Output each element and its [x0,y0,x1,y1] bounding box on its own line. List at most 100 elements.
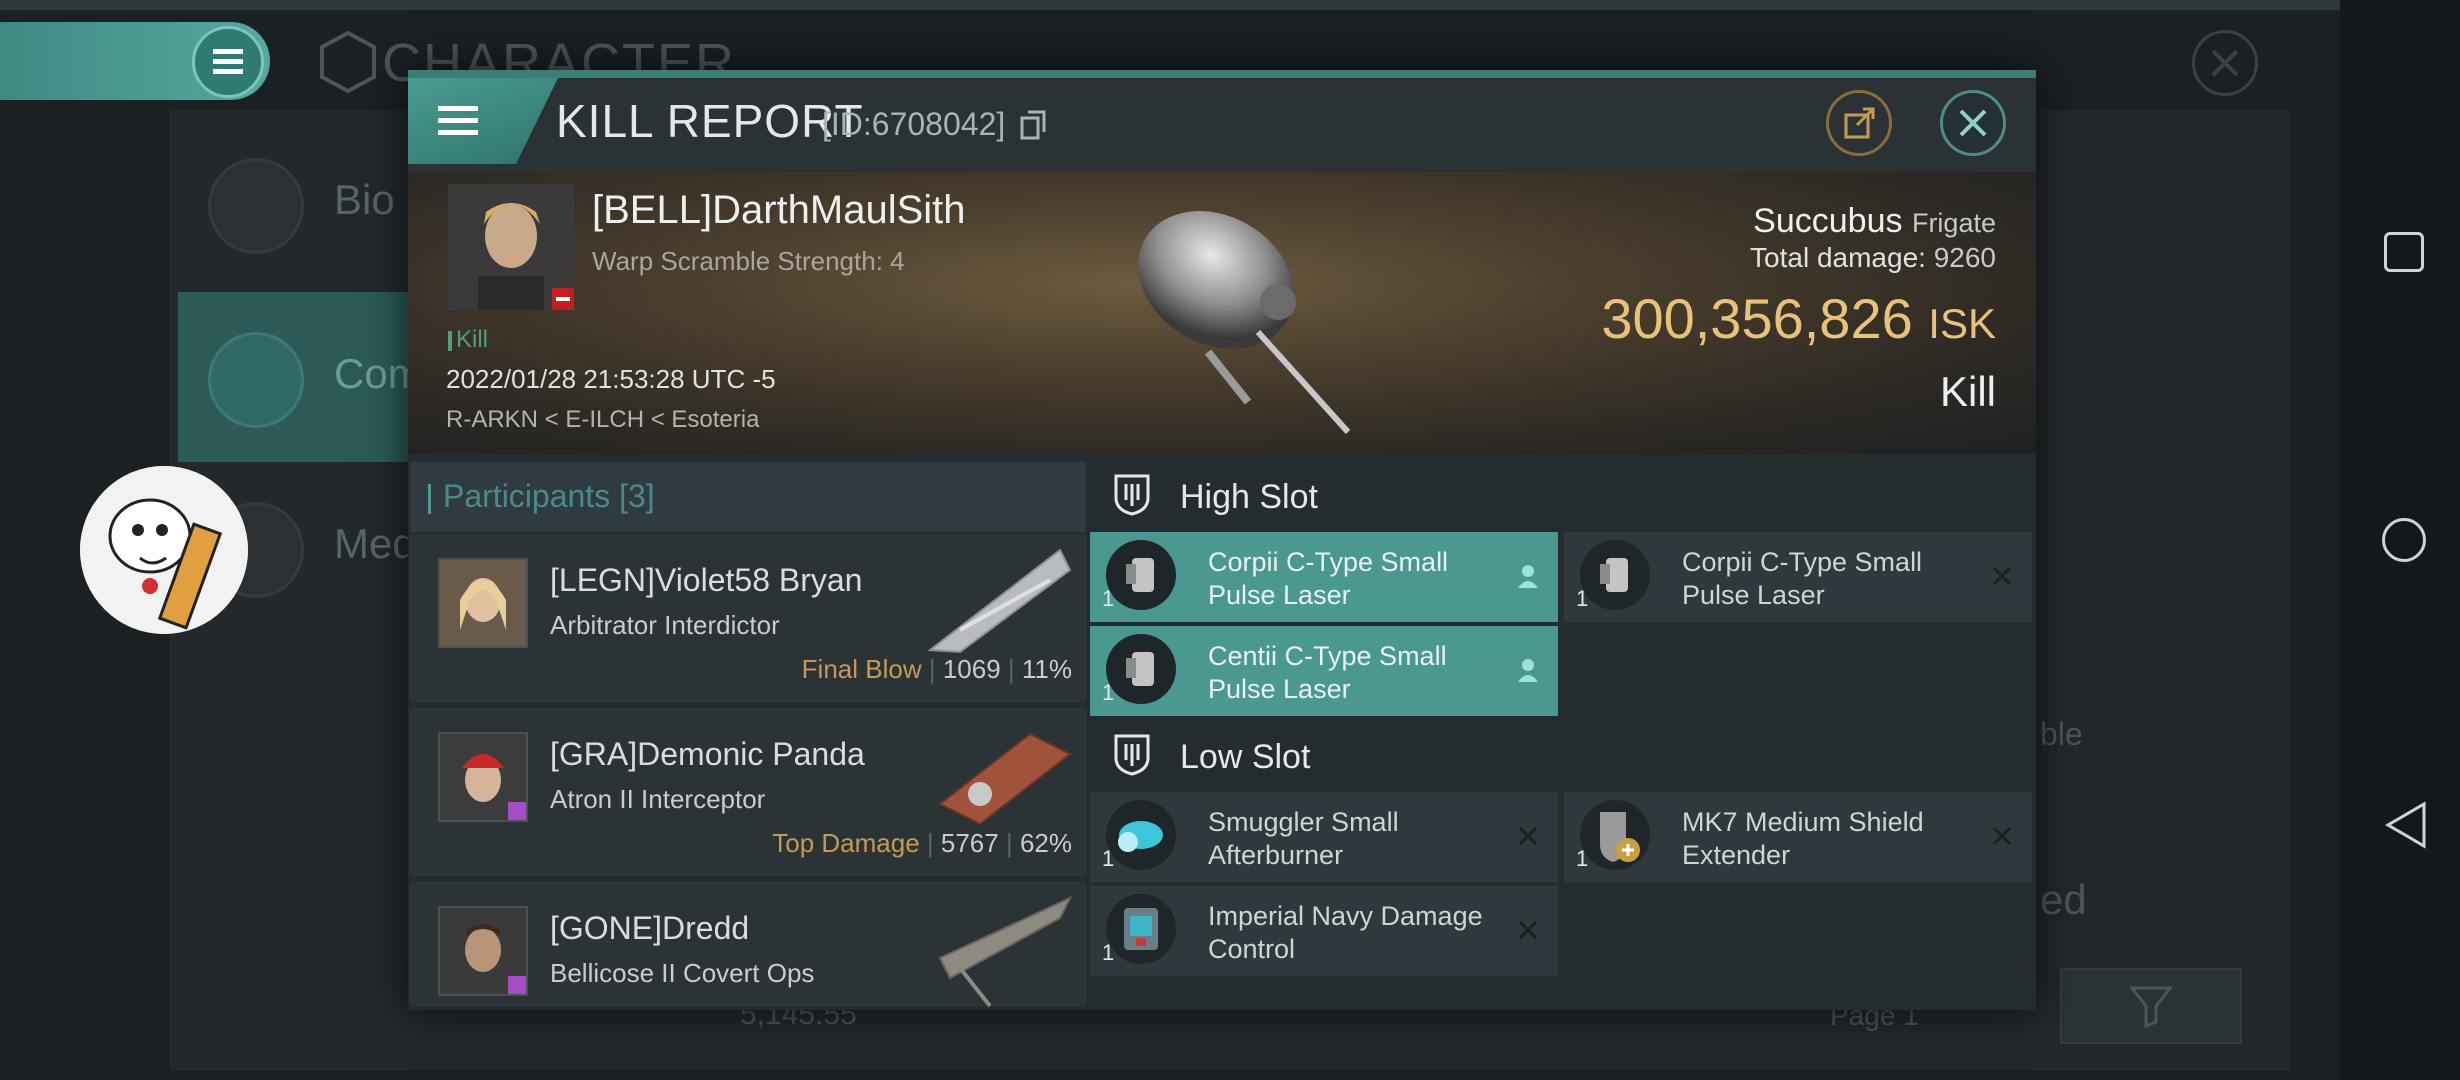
victim-portrait[interactable] [448,184,574,310]
module-quantity: 1 [1102,680,1115,705]
afterburner-icon [1106,800,1176,870]
participant-ship: Atron II Interceptor [550,784,766,814]
filter-icon [2128,986,2174,1029]
result-label: Kill [1939,368,1996,415]
main-menu-button[interactable] [192,26,264,98]
top-damage-tag: Top Damage [772,828,920,858]
damage-percent: 11% [1021,654,1072,684]
module-item[interactable]: 1 Corpii C-Type Small Pulse Laser [1090,532,1558,622]
dialog-title: KILL REPORT [556,95,864,147]
victim-name[interactable]: [BELL]DarthMaulSith [592,188,966,233]
sidebar-item-label: Bio [334,176,395,223]
module-item[interactable]: 1 MK7 Medium Shield Extender [1564,792,2032,882]
module-item[interactable]: 1 Corpii C-Type Small Pulse Laser [1564,532,2032,622]
ship-thumbnail-icon [920,888,1080,1008]
copy-icon[interactable] [1020,110,1046,145]
module-name: Corpii C-Type Small Pulse Laser [1682,547,1923,610]
pilot-portrait-icon [448,184,574,310]
back-icon[interactable] [2384,800,2428,855]
close-x-icon [1988,822,2016,850]
share-button[interactable] [1826,90,1892,156]
home-icon[interactable] [2382,518,2426,562]
damage-percent: 62% [1019,828,1072,858]
module-quantity: 1 [1576,846,1589,871]
menu-lines-icon [213,49,243,74]
participant-row[interactable]: [GRA]Demonic Panda Atron II Interceptor … [410,708,1086,876]
cartoon-avatar-icon [80,466,248,634]
dialog-top-accent [408,70,2036,78]
module-name: Imperial Navy Damage Control [1208,901,1483,964]
module-name: Corpii C-Type Small Pulse Laser [1208,547,1449,610]
participant-ship: Arbitrator Interdictor [550,610,780,640]
pilot-icon [1514,562,1542,590]
isk-value: 300,356,826 ISK [1601,287,1996,350]
module-name: MK7 Medium Shield Extender [1682,807,1924,870]
module-quantity: 1 [1102,846,1115,871]
ship-image [1098,182,1378,442]
pilot-portrait-icon [438,906,528,996]
module-quantity: 1 [1102,586,1115,611]
participant-name: [GONE]Dredd [550,910,750,946]
pilot-icon [1514,656,1542,684]
participant-row[interactable]: [GONE]Dredd Bellicose II Covert Ops [410,882,1086,1008]
damage-value: 1069 [942,654,1001,684]
participants-title: Participants [3] [428,478,655,515]
close-icon [1959,109,1987,137]
chat-avatar-bubble[interactable] [80,466,248,634]
damage-control-icon [1106,894,1176,964]
module-quantity: 1 [1576,586,1589,611]
sidebar-item-label: Med [334,520,416,567]
participant-name: [GRA]Demonic Panda [550,736,865,772]
module-item[interactable]: 1 Centii C-Type Small Pulse Laser [1090,626,1558,716]
module-quantity: 1 [1102,940,1115,965]
kill-tag: Kill [448,326,488,354]
shield-slot-icon [1112,472,1152,516]
participant-stats: Final Blow | 1069 | 11% [801,654,1072,684]
close-icon[interactable] [2192,30,2258,96]
participant-row[interactable]: [LEGN]Violet58 Bryan Arbitrator Interdic… [410,534,1086,702]
low-slot-label: Low Slot [1180,738,1311,776]
ship-class: Frigate [1911,208,1996,238]
background-button-text: ble [2040,716,2083,752]
menu-lines-icon [208,158,304,254]
low-slot-header: Low Slot [1090,718,2034,792]
shield-slot-icon [1112,732,1152,776]
pulse-laser-icon [1580,540,1650,610]
kill-datetime: 2022/01/28 21:53:28 UTC -5 [446,364,776,394]
total-damage-value: 9260 [1933,242,1996,273]
pulse-laser-icon [1106,540,1176,610]
kill-id: [ID:6708042] [822,106,1006,142]
module-item[interactable]: 1 Imperial Navy Damage Control [1090,886,1558,976]
warp-scramble: Warp Scramble Strength: 4 [592,246,905,276]
shield-extender-icon [1580,800,1650,870]
kill-report-dialog: KILL REPORT [ID:6708042] Kill [BELL]Dart… [408,70,2036,1010]
participant-name: [LEGN]Violet58 Bryan [550,562,863,598]
pilot-portrait-icon [438,732,528,822]
recent-apps-icon[interactable] [2384,232,2424,272]
crossed-swords-icon [208,332,304,428]
character-icon [318,30,378,99]
close-x-icon [1514,822,1542,850]
filter-button[interactable] [2060,968,2242,1044]
module-name: Smuggler Small Afterburner [1208,807,1399,870]
final-blow-tag: Final Blow [801,654,922,684]
high-slot-header: High Slot [1090,458,2034,532]
damage-value: 5767 [940,828,999,858]
pilot-portrait-icon [438,558,528,648]
top-strip [0,0,2460,10]
background-status-text: ed [2040,876,2087,923]
ship-thumbnail-icon [920,714,1080,834]
participant-ship: Bellicose II Covert Ops [550,958,815,988]
ship-thumbnail-icon [920,540,1080,660]
participant-stats: Top Damage | 5767 | 62% [772,828,1072,858]
currency-label: ISK [1928,300,1996,347]
close-dialog-button[interactable] [1940,90,2006,156]
frigate-ship-icon [1138,211,1351,435]
high-slot-label: High Slot [1180,478,1318,516]
module-item[interactable]: 1 Smuggler Small Afterburner [1090,792,1558,882]
close-x-icon [1514,916,1542,944]
ship-name: Succubus Frigate [1753,202,1996,240]
pulse-laser-icon [1106,634,1176,704]
menu-lines-icon [438,106,478,135]
total-damage: Total damage: 9260 [1750,242,1996,273]
